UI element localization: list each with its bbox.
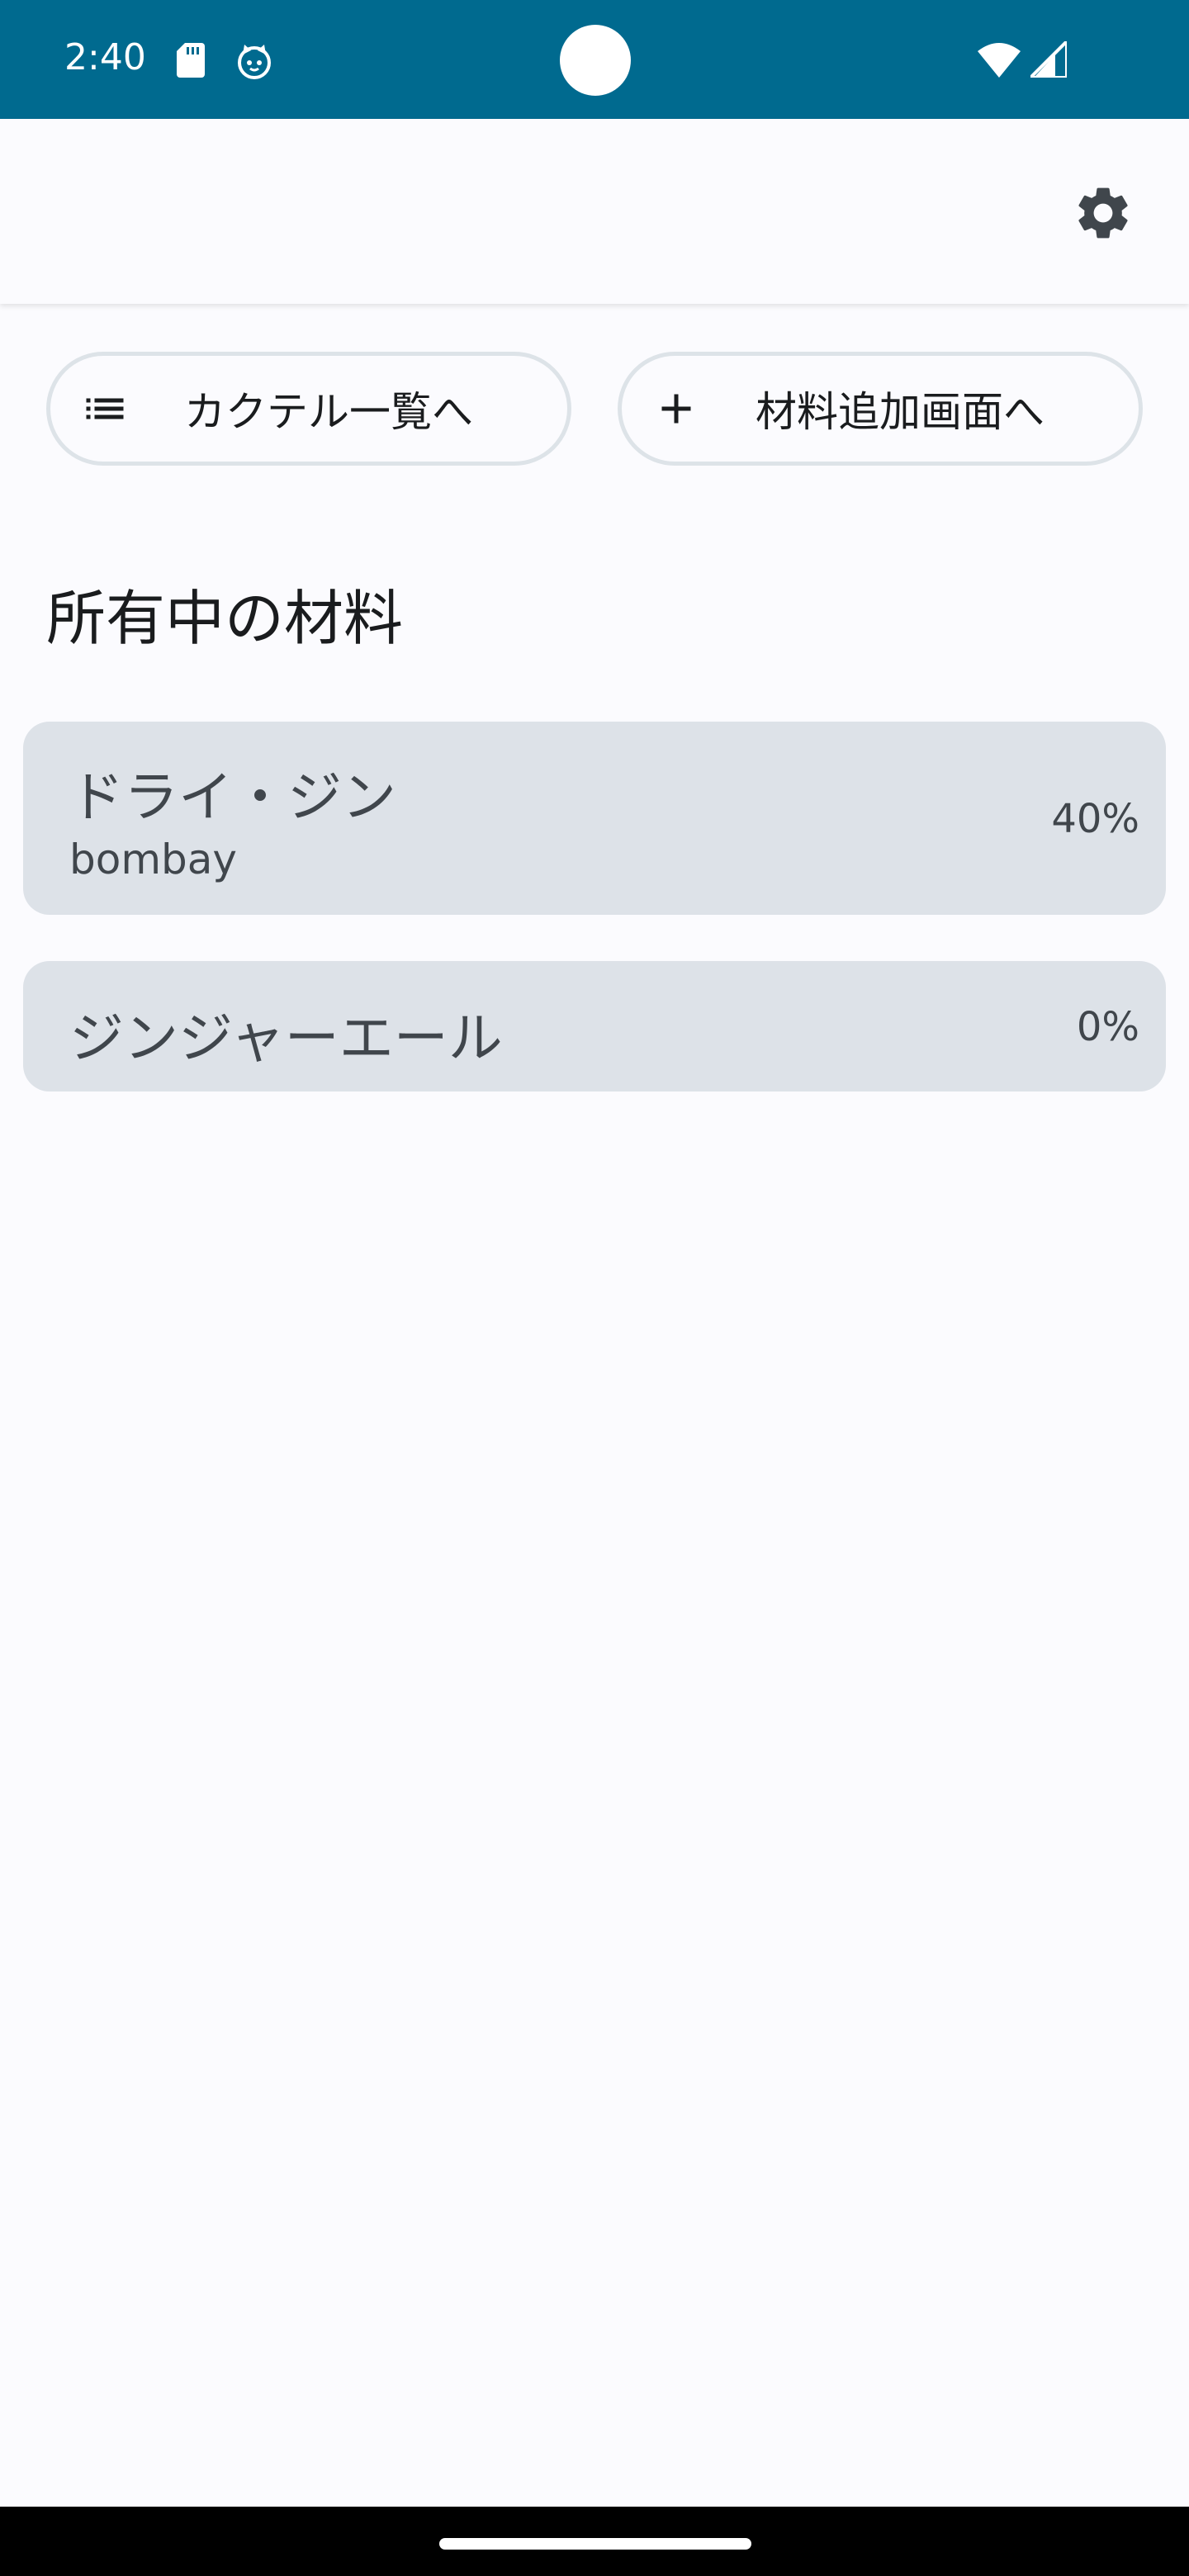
signal-icon bbox=[1030, 41, 1067, 78]
list-icon bbox=[86, 398, 124, 419]
status-bar: 2:40 bbox=[0, 0, 1189, 119]
app-screen: 2:40 カクテル一覧へ 材料追加画面へ 所有中の材料 ドライ・ジン bomba… bbox=[0, 0, 1189, 2576]
add-ingredient-button[interactable]: 材料追加画面へ bbox=[618, 352, 1143, 466]
home-gesture-handle[interactable] bbox=[439, 2538, 751, 2550]
ingredient-brand: bombay bbox=[69, 836, 238, 883]
sd-card-icon bbox=[177, 43, 205, 78]
ingredient-abv: 0% bbox=[1076, 1004, 1139, 1050]
plus-icon bbox=[661, 394, 691, 424]
owned-ingredients-title: 所有中の材料 bbox=[46, 584, 404, 653]
navigation-bar bbox=[0, 2507, 1189, 2576]
top-app-bar bbox=[0, 119, 1189, 304]
cocktail-list-label: カクテル一覧へ bbox=[184, 388, 473, 436]
cocktail-list-button[interactable]: カクテル一覧へ bbox=[46, 352, 571, 466]
ingredient-name: ドライ・ジン bbox=[69, 765, 396, 829]
add-ingredient-label: 材料追加画面へ bbox=[756, 388, 1045, 436]
camera-cutout bbox=[560, 25, 631, 96]
gear-icon bbox=[1078, 187, 1128, 239]
ingredient-name: ジンジャーエール bbox=[69, 1006, 503, 1070]
cat-face-icon bbox=[238, 45, 271, 79]
ingredient-card[interactable]: ドライ・ジン bombay 40% bbox=[23, 722, 1166, 915]
wifi-icon bbox=[978, 43, 1021, 78]
ingredient-card[interactable]: ジンジャーエール 0% bbox=[23, 961, 1166, 1091]
status-time: 2:40 bbox=[64, 36, 146, 78]
settings-button[interactable] bbox=[1070, 180, 1136, 246]
ingredient-abv: 40% bbox=[1051, 796, 1139, 842]
